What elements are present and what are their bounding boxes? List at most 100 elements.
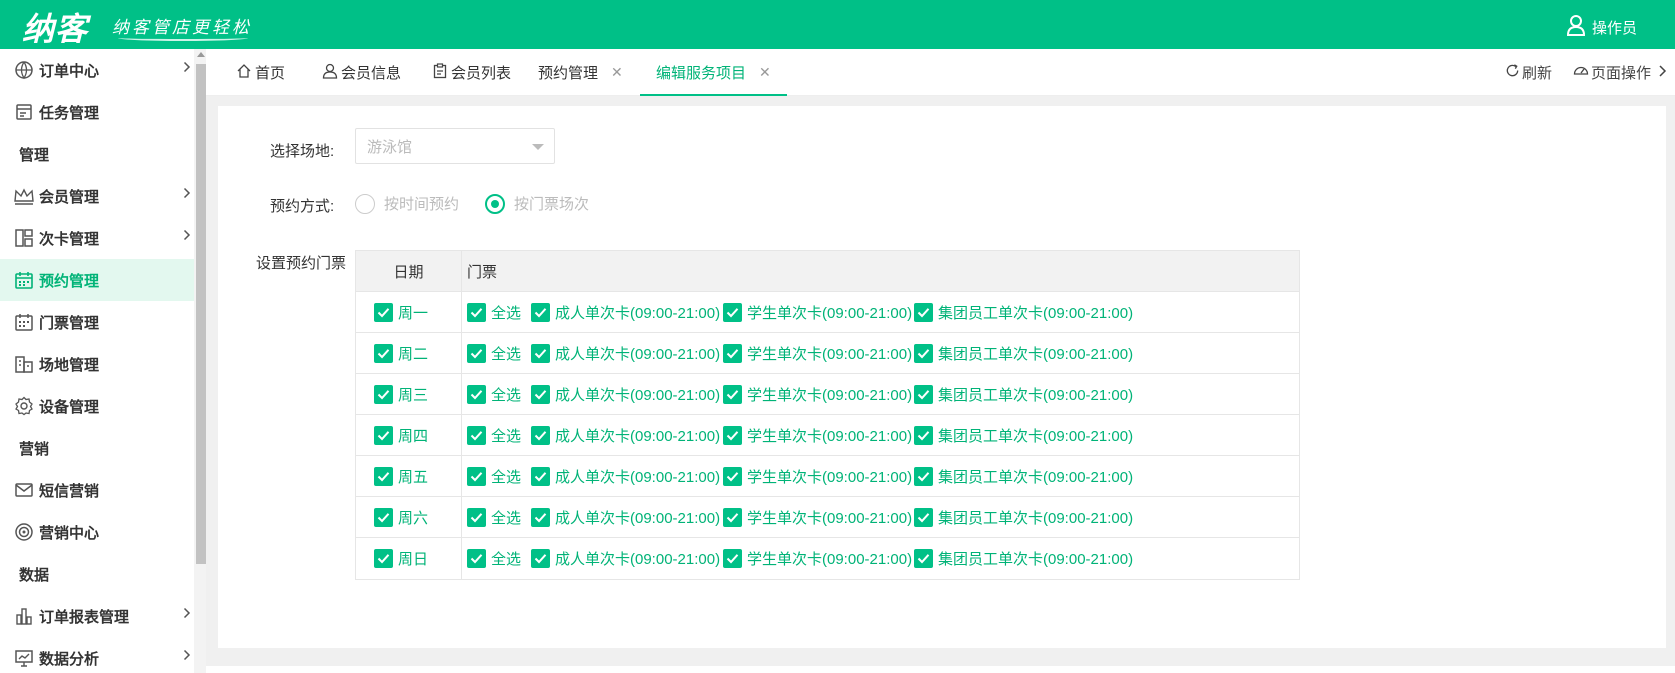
select-all-checkbox[interactable]: 全选 — [467, 507, 521, 528]
checkbox-checked-icon[interactable] — [914, 426, 933, 445]
tab-booking-management[interactable]: 预约管理 ✕ — [538, 49, 623, 96]
select-all-checkbox[interactable]: 全选 — [467, 548, 521, 569]
day-checkbox[interactable]: 周一 — [374, 302, 428, 323]
checkbox-checked-icon[interactable] — [531, 344, 550, 363]
sidebar-item[interactable]: 数据分析 — [0, 637, 194, 673]
checkbox-checked-icon[interactable] — [531, 549, 550, 568]
checkbox-checked-icon[interactable] — [374, 549, 393, 568]
checkbox-checked-icon[interactable] — [531, 426, 550, 445]
sidebar-item[interactable]: 订单中心 — [0, 49, 194, 91]
ticket-type-checkbox[interactable]: 学生单次卡(09:00-21:00) — [723, 384, 912, 405]
ticket-type-checkbox[interactable]: 成人单次卡(09:00-21:00) — [531, 302, 720, 323]
tab-member-list[interactable]: 会员列表 — [432, 49, 511, 96]
ticket-type-checkbox[interactable]: 学生单次卡(09:00-21:00) — [723, 425, 912, 446]
tab-edit-service[interactable]: 编辑服务项目 ✕ — [640, 49, 787, 96]
checkbox-checked-icon[interactable] — [374, 303, 393, 322]
checkbox-checked-icon[interactable] — [914, 344, 933, 363]
checkbox-checked-icon[interactable] — [914, 303, 933, 322]
day-checkbox[interactable]: 周六 — [374, 507, 428, 528]
checkbox-checked-icon[interactable] — [723, 303, 742, 322]
ticket-type-checkbox[interactable]: 集团员工单次卡(09:00-21:00) — [914, 384, 1133, 405]
checkbox-checked-icon[interactable] — [374, 508, 393, 527]
ticket-type-checkbox[interactable]: 集团员工单次卡(09:00-21:00) — [914, 507, 1133, 528]
radio-by-ticket-session[interactable]: 按门票场次 — [485, 193, 589, 214]
sidebar-item[interactable]: 短信营销 — [0, 469, 194, 511]
scroll-right-button[interactable] — [1658, 49, 1668, 96]
ticket-type-checkbox[interactable]: 集团员工单次卡(09:00-21:00) — [914, 548, 1133, 569]
checkbox-checked-icon[interactable] — [467, 508, 486, 527]
checkbox-checked-icon[interactable] — [374, 385, 393, 404]
checkbox-checked-icon[interactable] — [914, 385, 933, 404]
ticket-type-checkbox[interactable]: 成人单次卡(09:00-21:00) — [531, 384, 720, 405]
radio-circle-selected[interactable] — [485, 193, 505, 214]
radio-circle[interactable] — [355, 193, 375, 214]
ticket-type-checkbox[interactable]: 成人单次卡(09:00-21:00) — [531, 343, 720, 364]
sidebar-item[interactable]: 门票管理 — [0, 301, 194, 343]
sidebar-item[interactable]: 订单报表管理 — [0, 595, 194, 637]
ticket-type-checkbox[interactable]: 集团员工单次卡(09:00-21:00) — [914, 466, 1133, 487]
checkbox-checked-icon[interactable] — [374, 426, 393, 445]
checkbox-checked-icon[interactable] — [467, 426, 486, 445]
sidebar-item[interactable]: 任务管理 — [0, 91, 194, 133]
checkbox-checked-icon[interactable] — [374, 467, 393, 486]
radio-by-time[interactable]: 按时间预约 — [355, 193, 459, 214]
ticket-type-checkbox[interactable]: 成人单次卡(09:00-21:00) — [531, 548, 720, 569]
checkbox-checked-icon[interactable] — [374, 344, 393, 363]
checkbox-checked-icon[interactable] — [531, 508, 550, 527]
ticket-type-checkbox[interactable]: 成人单次卡(09:00-21:00) — [531, 507, 720, 528]
select-all-checkbox[interactable]: 全选 — [467, 302, 521, 323]
checkbox-checked-icon[interactable] — [914, 467, 933, 486]
select-all-checkbox[interactable]: 全选 — [467, 425, 521, 446]
close-icon[interactable]: ✕ — [611, 64, 623, 81]
checkbox-checked-icon[interactable] — [723, 549, 742, 568]
checkbox-checked-icon[interactable] — [914, 549, 933, 568]
tab-member-info[interactable]: 会员信息 — [322, 49, 401, 96]
checkbox-checked-icon[interactable] — [467, 303, 486, 322]
ticket-type-checkbox[interactable]: 学生单次卡(09:00-21:00) — [723, 548, 912, 569]
day-checkbox[interactable]: 周四 — [374, 425, 428, 446]
checkbox-checked-icon[interactable] — [723, 426, 742, 445]
sidebar-item[interactable]: 会员管理 — [0, 175, 194, 217]
sidebar-item[interactable]: 场地管理 — [0, 343, 194, 385]
sidebar-item[interactable]: 营销中心 — [0, 511, 194, 553]
day-checkbox[interactable]: 周三 — [374, 384, 428, 405]
user-menu[interactable]: 操作员 — [1566, 14, 1637, 40]
tab-home[interactable]: 首页 — [236, 49, 285, 96]
ticket-type-checkbox[interactable]: 学生单次卡(09:00-21:00) — [723, 302, 912, 323]
checkbox-checked-icon[interactable] — [531, 385, 550, 404]
refresh-button[interactable]: 刷新 — [1505, 49, 1552, 96]
ticket-type-checkbox[interactable]: 集团员工单次卡(09:00-21:00) — [914, 343, 1133, 364]
checkbox-checked-icon[interactable] — [723, 385, 742, 404]
checkbox-checked-icon[interactable] — [531, 467, 550, 486]
ticket-type-checkbox[interactable]: 学生单次卡(09:00-21:00) — [723, 343, 912, 364]
checkbox-checked-icon[interactable] — [531, 303, 550, 322]
sidebar-item[interactable]: 设备管理 — [0, 385, 194, 427]
checkbox-checked-icon[interactable] — [723, 344, 742, 363]
checkbox-checked-icon[interactable] — [467, 385, 486, 404]
venue-select[interactable]: 游泳馆 — [355, 128, 555, 164]
day-checkbox[interactable]: 周日 — [374, 548, 428, 569]
checkbox-checked-icon[interactable] — [914, 508, 933, 527]
checkbox-checked-icon[interactable] — [467, 344, 486, 363]
ticket-type-checkbox[interactable]: 成人单次卡(09:00-21:00) — [531, 425, 720, 446]
ticket-type-checkbox[interactable]: 学生单次卡(09:00-21:00) — [723, 466, 912, 487]
ticket-type-checkbox[interactable]: 集团员工单次卡(09:00-21:00) — [914, 302, 1133, 323]
select-all-checkbox[interactable]: 全选 — [467, 466, 521, 487]
sidebar-scrollbar-thumb[interactable] — [196, 64, 206, 564]
checkbox-checked-icon[interactable] — [723, 508, 742, 527]
checkbox-checked-icon[interactable] — [723, 467, 742, 486]
sidebar-item[interactable]: 次卡管理 — [0, 217, 194, 259]
select-all-checkbox[interactable]: 全选 — [467, 343, 521, 364]
ticket-type-checkbox[interactable]: 学生单次卡(09:00-21:00) — [723, 507, 912, 528]
day-checkbox[interactable]: 周二 — [374, 343, 428, 364]
close-icon[interactable]: ✕ — [759, 64, 771, 81]
checkbox-checked-icon[interactable] — [467, 549, 486, 568]
select-all-checkbox[interactable]: 全选 — [467, 384, 521, 405]
checkbox-checked-icon[interactable] — [467, 467, 486, 486]
scroll-up-arrow[interactable] — [197, 52, 205, 57]
page-operations-button[interactable]: 页面操作 — [1573, 49, 1651, 96]
ticket-type-checkbox[interactable]: 集团员工单次卡(09:00-21:00) — [914, 425, 1133, 446]
day-checkbox[interactable]: 周五 — [374, 466, 428, 487]
sidebar-item[interactable]: 预约管理 — [0, 259, 194, 301]
ticket-type-checkbox[interactable]: 成人单次卡(09:00-21:00) — [531, 466, 720, 487]
